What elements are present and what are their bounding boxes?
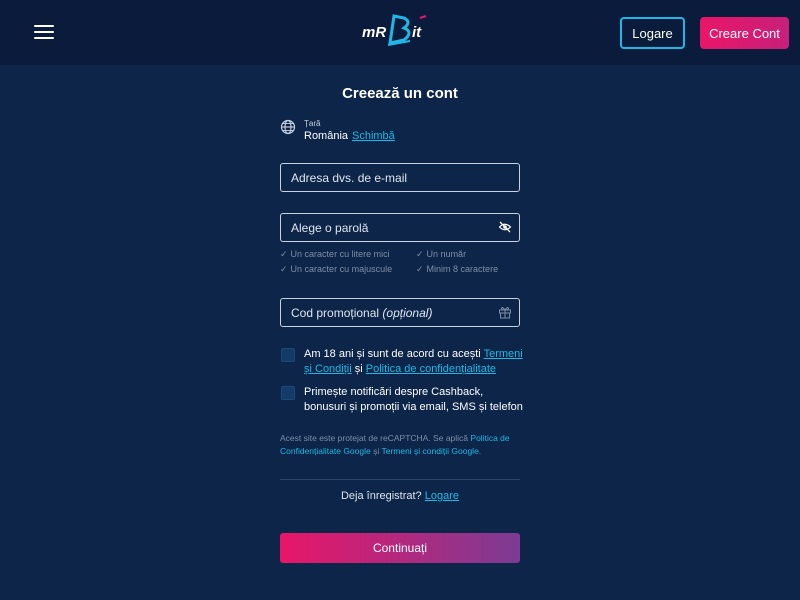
- marketing-checkbox[interactable]: [281, 386, 295, 400]
- requirement-number: ✓ Un număr: [416, 249, 467, 259]
- change-country-link[interactable]: Schimbă: [352, 130, 395, 142]
- requirement-lowercase: ✓ Un caracter cu litere mici: [280, 249, 390, 259]
- svg-text:mR: mR: [362, 24, 386, 41]
- recaptcha-notice: Acest site este protejat de reCAPTCHA. S…: [280, 433, 510, 456]
- mrbit-logo[interactable]: mR it: [360, 10, 442, 50]
- header-login-button[interactable]: Logare: [620, 17, 685, 49]
- password-input[interactable]: [291, 220, 491, 235]
- email-field[interactable]: [280, 163, 520, 192]
- terms-checkbox[interactable]: [281, 348, 295, 362]
- svg-text:it: it: [412, 24, 422, 41]
- email-input[interactable]: [291, 170, 491, 185]
- continue-button[interactable]: Continuați: [280, 533, 520, 563]
- privacy-policy-link[interactable]: Politica de confidențialitate: [366, 363, 496, 375]
- requirement-min-length: ✓ Minim 8 caractere: [416, 264, 499, 274]
- password-field[interactable]: [280, 213, 520, 242]
- check-icon: ✓: [416, 264, 424, 274]
- menu-icon[interactable]: [34, 25, 54, 39]
- globe-icon: [280, 119, 296, 135]
- check-icon: ✓: [280, 249, 288, 259]
- terms-consent-text: Am 18 ani și sunt de acord cu acești Ter…: [304, 348, 523, 375]
- check-icon: ✓: [416, 249, 424, 259]
- check-icon: ✓: [280, 264, 288, 274]
- top-header: mR it Logare Creare Cont: [0, 0, 800, 65]
- promo-code-placeholder: Cod promoțional (opțional): [291, 305, 433, 320]
- country-label: Țară: [304, 119, 321, 128]
- gift-icon: [499, 307, 511, 319]
- requirement-uppercase: ✓ Un caracter cu majuscule: [280, 264, 393, 274]
- marketing-consent-text: Primește notificări despre Cashback, bon…: [304, 386, 523, 413]
- country-value: România: [304, 130, 349, 142]
- promo-code-field[interactable]: Cod promoțional (opțional): [280, 298, 520, 327]
- eye-off-icon[interactable]: [498, 220, 512, 234]
- google-terms-link[interactable]: Termeni și condiții Google: [381, 446, 478, 456]
- header-create-account-button[interactable]: Creare Cont: [700, 17, 789, 49]
- already-registered: Deja înregistrat? Logare: [340, 490, 460, 502]
- page-title: Creează un cont: [342, 85, 458, 102]
- bottom-login-link[interactable]: Logare: [425, 490, 459, 502]
- divider: [280, 479, 520, 480]
